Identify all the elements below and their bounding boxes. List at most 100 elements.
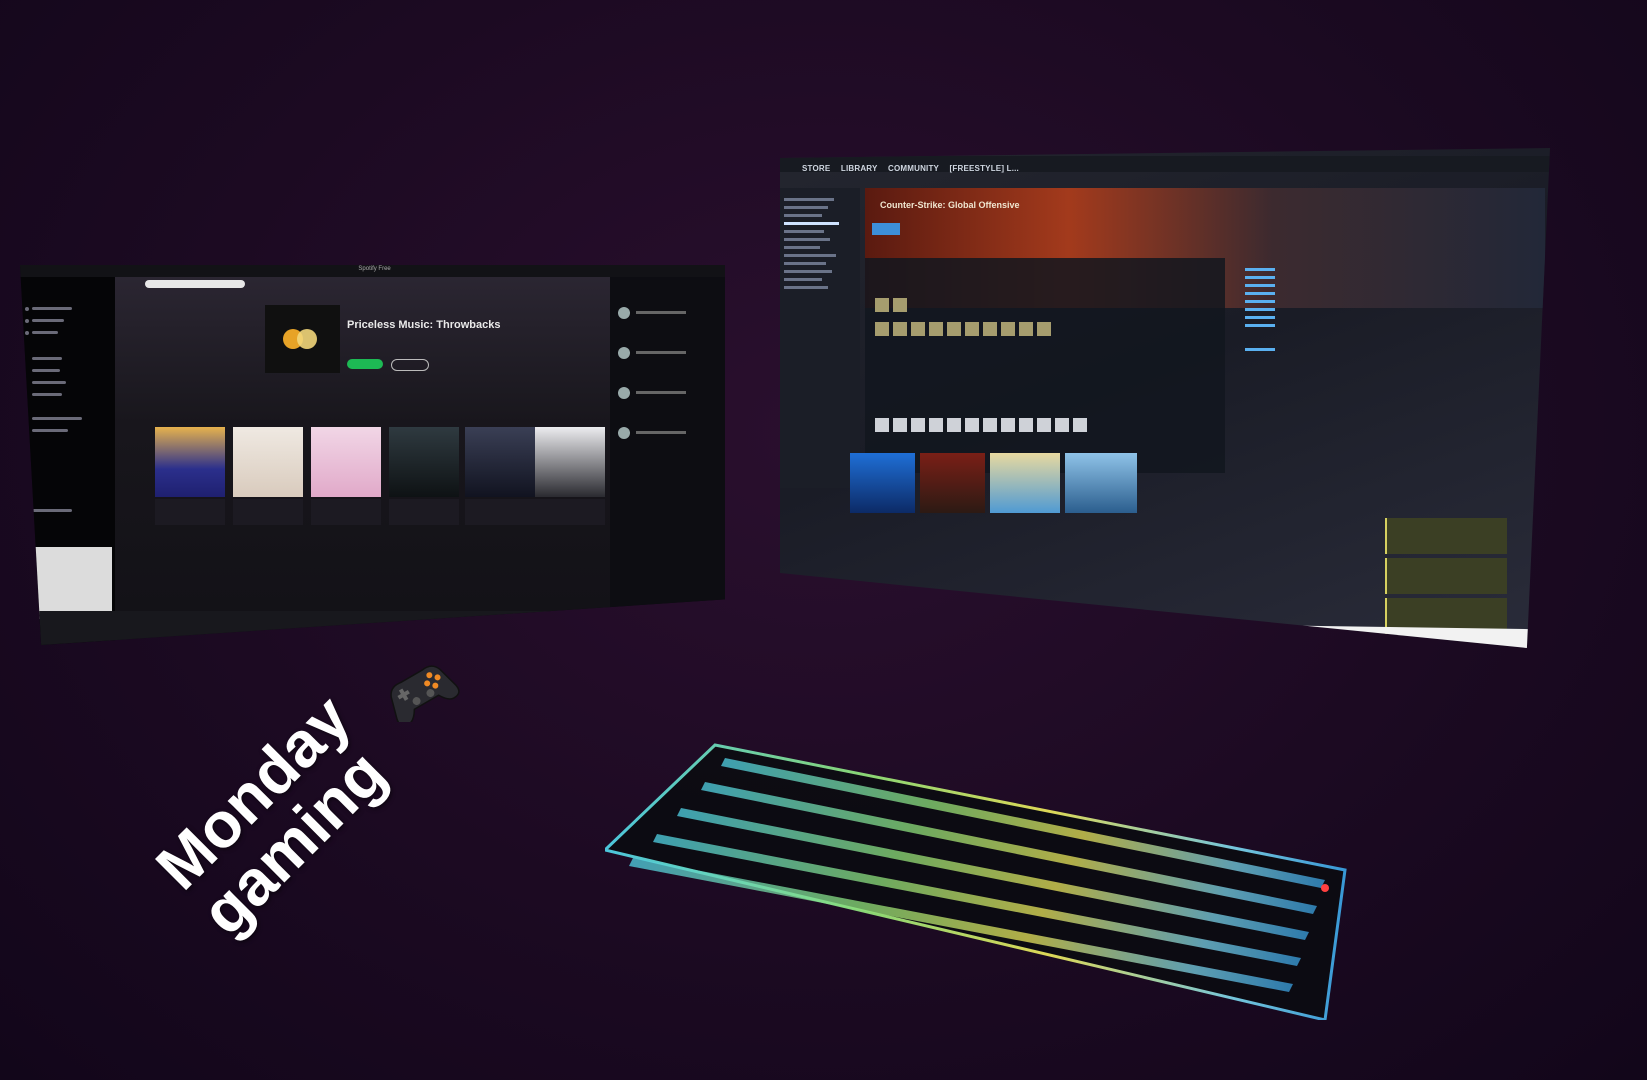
playlist-title: Priceless Music: Throwbacks [347,319,501,331]
tile-caption [535,499,605,525]
spotify-main: Priceless Music: Throwbacks [115,277,610,645]
radio-icon [25,331,29,335]
locked-achievement-icon [893,418,907,432]
cover-circle [297,329,317,349]
tile-caption [155,499,225,525]
library-item[interactable] [784,286,828,289]
library-item[interactable] [784,222,839,225]
friend-notification[interactable] [1385,558,1507,594]
playlist-cover [265,305,340,373]
spotify-window-title: Spotify Free [358,266,391,272]
link-item[interactable] [1245,292,1275,295]
friend-avatar [893,298,907,312]
locked-achievement-icon [983,418,997,432]
library-item[interactable] [784,246,820,249]
home-icon [25,307,29,311]
album-tile[interactable] [233,427,303,497]
sidebar-line [32,393,62,396]
locked-achievement-icon [929,418,943,432]
tile-caption [389,499,459,525]
keyboard-svg [601,743,1347,1022]
nav-library[interactable]: LIBRARY [841,164,878,173]
game-details-panel [865,258,1225,473]
spotify-sidebar [20,277,115,645]
nav-profile[interactable]: [FREESTYLE] L... [950,164,1019,173]
link-item[interactable] [1245,316,1275,319]
achievement-icon [947,322,961,336]
library-item[interactable] [784,198,834,201]
follow-button[interactable] [391,359,429,371]
snap-caption: Monday gaming [142,681,406,948]
album-tile[interactable] [311,427,381,497]
library-item[interactable] [784,262,826,265]
friend-activity-panel [610,277,725,645]
library-sidebar [780,188,860,488]
achievement-icon [983,322,997,336]
nav-store[interactable]: STORE [802,164,830,173]
rgb-keyboard [601,730,1365,1022]
news-thumbnail[interactable] [920,453,985,513]
library-item[interactable] [784,214,822,217]
link-item[interactable] [1245,300,1275,303]
tile-caption [311,499,381,525]
sidebar-line [32,381,66,384]
library-item[interactable] [784,254,836,257]
gamepad-body [390,665,460,727]
album-tile[interactable] [389,427,459,497]
album-tile[interactable] [155,427,225,497]
friend-line [636,431,686,434]
locked-achievement-icon [1055,418,1069,432]
locked-achievement-icon [965,418,979,432]
library-item[interactable] [784,238,830,241]
link-item[interactable] [1245,324,1275,327]
now-playing-cover [32,547,112,619]
friend-line [636,311,686,314]
activity-icon [25,319,29,323]
library-item[interactable] [784,206,828,209]
tile-caption [465,499,535,525]
nav-community[interactable]: COMMUNITY [888,164,939,173]
sidebar-line [32,429,68,432]
locked-achievement-icon [1019,418,1033,432]
link-item[interactable] [1245,308,1275,311]
achievement-icon [1001,322,1015,336]
steam-nav: STORE LIBRARY COMMUNITY [FREESTYLE] L... [802,164,1027,173]
left-monitor-spotify: Spotify Free Priceless Music: Throwbacks [20,265,725,645]
sidebar-line [32,307,72,310]
news-thumbnail[interactable] [850,453,915,513]
game-title: Counter-Strike: Global Offensive [880,200,1020,210]
friend-notification[interactable] [1385,518,1507,554]
locked-achievement-icon [1001,418,1015,432]
desk-scene: Spotify Free Priceless Music: Throwbacks… [0,0,1647,1080]
link-item[interactable] [1245,276,1275,279]
library-item[interactable] [784,278,822,281]
sidebar-line [32,509,72,512]
library-item[interactable] [784,230,824,233]
right-monitor-steam: STORE LIBRARY COMMUNITY [FREESTYLE] L...… [780,148,1550,648]
link-item[interactable] [1245,284,1275,287]
link-item[interactable] [1245,268,1275,271]
achievement-icon [1037,322,1051,336]
achievement-icon [911,322,925,336]
gamepad-svg [390,665,460,727]
gamepad-icon [380,660,460,727]
indicator-led [1321,884,1329,892]
friend-avatar [875,298,889,312]
achievement-icon [965,322,979,336]
album-tile[interactable] [535,427,605,497]
library-item[interactable] [784,270,832,273]
news-thumbnail[interactable] [990,453,1060,513]
news-thumbnail[interactable] [1065,453,1137,513]
friend-avatar [618,387,630,399]
play-game-button[interactable] [872,223,900,235]
achievement-icon [929,322,943,336]
locked-achievement-icon [911,418,925,432]
play-button[interactable] [347,359,383,369]
locked-achievement-icon [1037,418,1051,432]
search-input[interactable] [145,280,245,288]
link-item[interactable] [1245,348,1275,351]
friend-avatar [618,427,630,439]
achievement-icon [893,322,907,336]
album-tile[interactable] [465,427,535,497]
achievement-icon [1019,322,1033,336]
